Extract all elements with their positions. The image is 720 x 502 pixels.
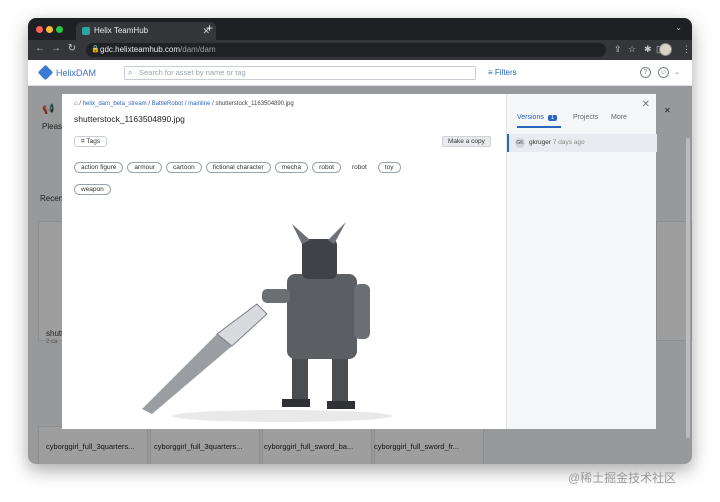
lock-icon: 🔒 (91, 46, 100, 53)
favicon-icon (82, 27, 90, 35)
robot-torso (287, 274, 357, 359)
menu-kebab-icon[interactable]: ⋮ (682, 44, 691, 55)
robot-horn (328, 222, 346, 244)
page-scrollbar[interactable] (686, 138, 690, 438)
reload-icon[interactable]: ↻ (66, 43, 78, 54)
tag-chip[interactable]: action figure (74, 162, 124, 173)
watermark-text: @稀土掘金技术社区 (568, 471, 677, 485)
robot-spear-head (216, 303, 268, 347)
active-tab-indicator (517, 126, 561, 128)
maximize-window-button[interactable] (56, 26, 63, 33)
robot-horn (292, 224, 310, 244)
helixdam-logo-icon (37, 64, 54, 81)
browser-window: Helix TeamHub ✕ + ⌄ ← → ↻ 🔒 gdc.helixtea… (28, 18, 692, 464)
version-time: 7 days ago (552, 139, 585, 146)
app-header: HelixDAM ⌕ Search for asset by name or t… (28, 60, 692, 86)
tab-versions[interactable]: Versions 1 (517, 114, 558, 121)
address-bar[interactable]: 🔒 gdc.helixteamhub.com/dam/dam (86, 43, 606, 57)
search-placeholder: Search for asset by name or tag (139, 68, 246, 77)
breadcrumb: ⌂ / helix_dam_beta_stream / BattleRobot … (74, 101, 294, 107)
robot-right-arm (354, 284, 370, 339)
tab-strip: Helix TeamHub ✕ + ⌄ (28, 18, 692, 40)
url-path: /dam/dam (180, 45, 216, 54)
asset-preview-image (142, 222, 392, 422)
bookmark-star-icon[interactable]: ☆ (628, 44, 636, 55)
robot-left-leg (292, 354, 308, 404)
help-icon[interactable]: ? (640, 67, 651, 78)
profile-avatar[interactable] (659, 43, 672, 56)
tab-list-chevron-icon[interactable]: ⌄ (675, 23, 682, 32)
tab-more[interactable]: More (611, 114, 627, 121)
breadcrumb-project[interactable]: BattleRobot (152, 101, 183, 107)
robot-head (302, 239, 337, 279)
browser-toolbar: ← → ↻ 🔒 gdc.helixteamhub.com/dam/dam ⇪ ☆… (28, 40, 692, 60)
tab-title: Helix TeamHub (94, 26, 149, 35)
filters-button[interactable]: ≡ Filters (488, 68, 517, 77)
version-user: gkruger (529, 139, 552, 146)
robot-right-leg (332, 354, 348, 406)
tag-list: action figure armour cartoon fictional char… (74, 156, 434, 200)
avatar: GK (515, 138, 525, 148)
tab-versions-label: Versions (517, 114, 544, 121)
tags-button[interactable]: ⌗ Tags (74, 136, 108, 147)
user-menu-icon[interactable]: ☺ (658, 67, 669, 78)
version-count-badge: 1 (547, 115, 558, 121)
share-icon[interactable]: ⇪ (614, 44, 622, 55)
asset-side-panel: Versions 1 Projects More ✕ GK gkruger 7 d… (506, 94, 657, 429)
close-window-button[interactable] (36, 26, 43, 33)
tag-chip[interactable]: weapon (74, 184, 111, 195)
extensions-icon[interactable]: ✱ (644, 44, 652, 55)
ground-shadow (172, 410, 392, 422)
breadcrumb-file: shutterstock_1163504890.jpg (215, 101, 294, 107)
tags-button-label: Tags (86, 138, 101, 145)
tag-chip[interactable]: fictional character (205, 162, 271, 173)
tag-chip[interactable]: robot (345, 162, 374, 173)
robot-right-foot (327, 401, 355, 409)
tag-chip[interactable]: robot (312, 162, 341, 173)
new-tab-icon[interactable]: + (206, 21, 213, 35)
asset-detail-modal: ⌂ / helix_dam_beta_stream / BattleRobot … (62, 94, 657, 429)
tag-icon: ⌗ (81, 138, 85, 145)
tag-chip[interactable]: toy (377, 162, 401, 173)
robot-left-arm (262, 289, 290, 303)
version-info: gkruger 7 days ago (529, 139, 585, 146)
user-menu-chevron-icon[interactable]: ⌄ (674, 68, 680, 76)
make-copy-button[interactable]: Make a copy (442, 136, 491, 147)
tag-chip[interactable]: cartoon (166, 162, 202, 173)
robot-spear (142, 334, 232, 414)
asset-search-input[interactable]: ⌕ Search for asset by name or tag (124, 66, 476, 80)
filters-label: Filters (494, 68, 517, 77)
app-logo-text: HelixDAM (56, 68, 97, 78)
robot-left-foot (282, 399, 310, 407)
tag-chip[interactable]: mecha (274, 162, 309, 173)
back-icon[interactable]: ← (34, 43, 46, 54)
home-icon[interactable]: ⌂ (74, 101, 78, 107)
breadcrumb-branch[interactable]: mainline (188, 101, 210, 107)
breadcrumb-stream[interactable]: helix_dam_beta_stream (83, 101, 147, 107)
tab-projects[interactable]: Projects (573, 114, 598, 121)
url-host: gdc.helixteamhub.com (100, 45, 181, 54)
search-icon: ⌕ (128, 68, 133, 77)
minimize-window-button[interactable] (46, 26, 53, 33)
asset-title: shutterstock_1163504890.jpg (74, 114, 185, 124)
version-row[interactable]: GK gkruger 7 days ago (507, 134, 657, 152)
tag-chip[interactable]: armour (127, 162, 163, 173)
forward-icon[interactable]: → (50, 43, 62, 54)
close-modal-icon[interactable]: ✕ (642, 99, 650, 110)
browser-tab[interactable]: Helix TeamHub ✕ (76, 22, 216, 40)
